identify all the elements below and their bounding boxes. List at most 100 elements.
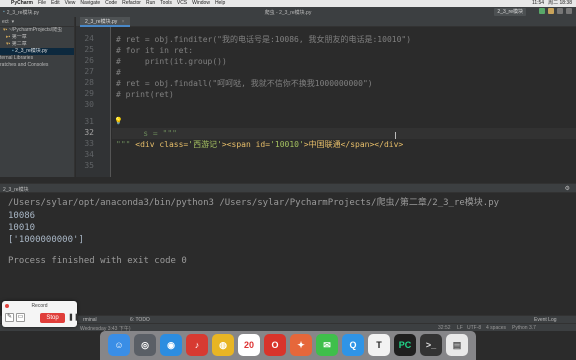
tab-label: 2_3_re模块.py — [85, 19, 118, 25]
tree-item-label: ternal Libraries — [0, 55, 34, 61]
stop-recording-button[interactable]: Stop — [40, 313, 65, 323]
run-tab-label[interactable]: 2_3_re模块 — [3, 186, 29, 193]
firefox-icon[interactable]: ✦ — [290, 334, 312, 356]
qq-icon[interactable]: Q — [342, 334, 364, 356]
chrome-icon[interactable]: ◍ — [212, 334, 234, 356]
python-file-icon: ▪ — [12, 48, 14, 54]
console-exit-message: Process finished with exit code 0 — [8, 256, 187, 266]
lightbulb-icon[interactable]: 💡 — [114, 117, 123, 125]
calendar-icon[interactable]: 20 — [238, 334, 260, 356]
code-line-32: <div class='西游记'><span id='10010'>中国联通</… — [116, 128, 403, 149]
typora-icon[interactable]: T — [368, 334, 390, 356]
stop-icon[interactable] — [557, 8, 563, 14]
code-line-29: # print(ret) — [116, 90, 174, 99]
python-interpreter[interactable]: Python 3.7 — [512, 325, 536, 331]
apple-icon[interactable] — [2, 1, 8, 6]
run-console[interactable]: /Users/sylar/opt/anaconda3/bin/python3 /… — [0, 193, 576, 315]
finder-icon[interactable]: ☺ — [108, 334, 130, 356]
tree-item-scratches[interactable]: ratches and Consoles — [0, 62, 74, 69]
tree-item-external-libraries[interactable]: ternal Libraries — [0, 55, 74, 62]
line-number: 26 — [84, 56, 94, 65]
tree-item-re-module[interactable]: ▪ 2_3_re模块.py — [0, 48, 74, 55]
tree-item-label: ratches and Consoles — [0, 62, 49, 68]
menu-navigate[interactable]: Navigate — [80, 0, 100, 7]
search-icon[interactable] — [566, 8, 572, 14]
run-panel-header: 2_3_re模块 ⚙ — [0, 183, 576, 193]
line-number: 25 — [84, 45, 94, 54]
tree-item-chapter1[interactable]: ▸▪ 第一章 — [0, 34, 74, 41]
camera-icon[interactable]: ▭ — [16, 313, 25, 322]
netease-music-icon[interactable]: ♪ — [186, 334, 208, 356]
attr-value: '10010' — [270, 140, 304, 149]
line-number: 28 — [84, 78, 94, 87]
ide-statusbar: Wednesday 3:43 下午) 32:52 LF UTF-8 4 spac… — [0, 323, 576, 332]
attr-value: '西游记' — [188, 140, 222, 149]
project-panel-header[interactable]: ect ▾ — [0, 17, 74, 27]
project-panel-title: ect — [2, 19, 9, 25]
menu-edit[interactable]: Edit — [51, 0, 60, 7]
line-number-current: 32 — [84, 128, 94, 137]
menu-window[interactable]: Window — [192, 0, 210, 7]
gear-icon[interactable]: ⚙ — [565, 185, 570, 192]
line-number: 27 — [84, 67, 94, 76]
opera-icon[interactable]: O — [264, 334, 286, 356]
line-number: 31 — [84, 117, 94, 126]
clock: 11:54 — [531, 0, 545, 6]
tree-item-label: 2_3_re模块.py — [15, 48, 48, 54]
chevron-down-icon[interactable]: ▾ — [12, 17, 15, 26]
menu-tools[interactable]: Tools — [160, 0, 172, 7]
launchpad-icon[interactable]: ◎ — [134, 334, 156, 356]
console-output-line: ['1000000000'] — [8, 235, 84, 245]
ide-titlebar: 爬虫 - 2_3_re模块.py ▪ 2_3_re模块.py 2_3_re模块 — [0, 7, 576, 17]
menu-view[interactable]: View — [65, 0, 76, 7]
run-config-select[interactable]: 2_3_re模块 — [494, 8, 526, 16]
code-editor[interactable]: # ret = obj.finditer("我的电话号是:10086, 我女朋友… — [112, 27, 576, 177]
code-line-26: # print(it.group()) — [116, 57, 227, 66]
html-tag: ><span id= — [221, 140, 271, 149]
tab-re-module[interactable]: 2_3_re模块.py × — [80, 17, 130, 27]
safari-icon[interactable]: ◉ — [160, 334, 182, 356]
code-line-28: # ret = obj.findall("呵呵哒, 我就不信你不换我100000… — [116, 79, 373, 88]
line-number: 29 — [84, 89, 94, 98]
tree-item-root[interactable]: ▾▪ ~/PycharmProjects/爬虫 — [0, 27, 74, 34]
text-caret — [395, 132, 396, 139]
folder-icon: ▸▪ — [6, 34, 11, 40]
menu-pycharm[interactable]: PyCharm — [11, 0, 33, 7]
tree-item-label: 第二章 — [11, 41, 27, 47]
folder-icon: ▾▪ — [6, 41, 11, 47]
code-line-27: # — [116, 68, 121, 77]
wechat-icon[interactable]: ✉ — [316, 334, 338, 356]
pause-button[interactable]: ❚❚ — [68, 313, 80, 323]
screen-recorder: Record ✎ ▭ Stop ❚❚ — [2, 301, 80, 327]
bottom-toolwindow-bar: rminal 6: TODO Event Log — [0, 315, 576, 323]
menubar-status: 11:54 周二 18:38 — [532, 0, 572, 7]
line-number: 24 — [84, 34, 94, 43]
debug-icon[interactable] — [548, 8, 554, 14]
html-tag: <div class= — [135, 140, 189, 149]
line-number: 35 — [84, 161, 94, 170]
folder-icon: ▾▪ — [3, 27, 8, 33]
console-command: /Users/sylar/opt/anaconda3/bin/python3 /… — [8, 198, 500, 208]
window-title: 爬虫 - 2_3_re模块.py — [264, 10, 312, 16]
line-number: 33 — [84, 139, 94, 148]
recorder-title: Record — [31, 303, 48, 309]
indent-setting[interactable]: 4 spaces — [486, 325, 506, 331]
menu-run[interactable]: Run — [146, 0, 155, 7]
editor-tabs: 2_3_re模块.py × — [76, 17, 576, 27]
macos-dock: ☺ ◎ ◉ ♪ ◍ 20 O ✦ ✉ Q T PC >_ ▤ — [100, 331, 476, 360]
menu-refactor[interactable]: Refactor — [122, 0, 141, 7]
tree-item-chapter2[interactable]: ▾▪ 第二章 — [0, 41, 74, 48]
notes-icon[interactable]: ▤ — [446, 334, 468, 356]
menu-code[interactable]: Code — [105, 0, 117, 7]
close-icon[interactable]: × — [122, 19, 125, 25]
pen-icon[interactable]: ✎ — [5, 313, 14, 322]
menu-vcs[interactable]: VCS — [177, 0, 187, 7]
run-icon[interactable] — [539, 8, 545, 14]
menu-file[interactable]: File — [38, 0, 46, 7]
line-number: 30 — [84, 100, 94, 109]
toolbar-icons — [539, 8, 572, 14]
pycharm-icon[interactable]: PC — [394, 334, 416, 356]
menu-help[interactable]: Help — [215, 0, 225, 7]
line-number-gutter: 24 25 26 27 28 29 30 31 32 33 34 35 — [76, 27, 111, 177]
terminal-icon[interactable]: >_ — [420, 334, 442, 356]
